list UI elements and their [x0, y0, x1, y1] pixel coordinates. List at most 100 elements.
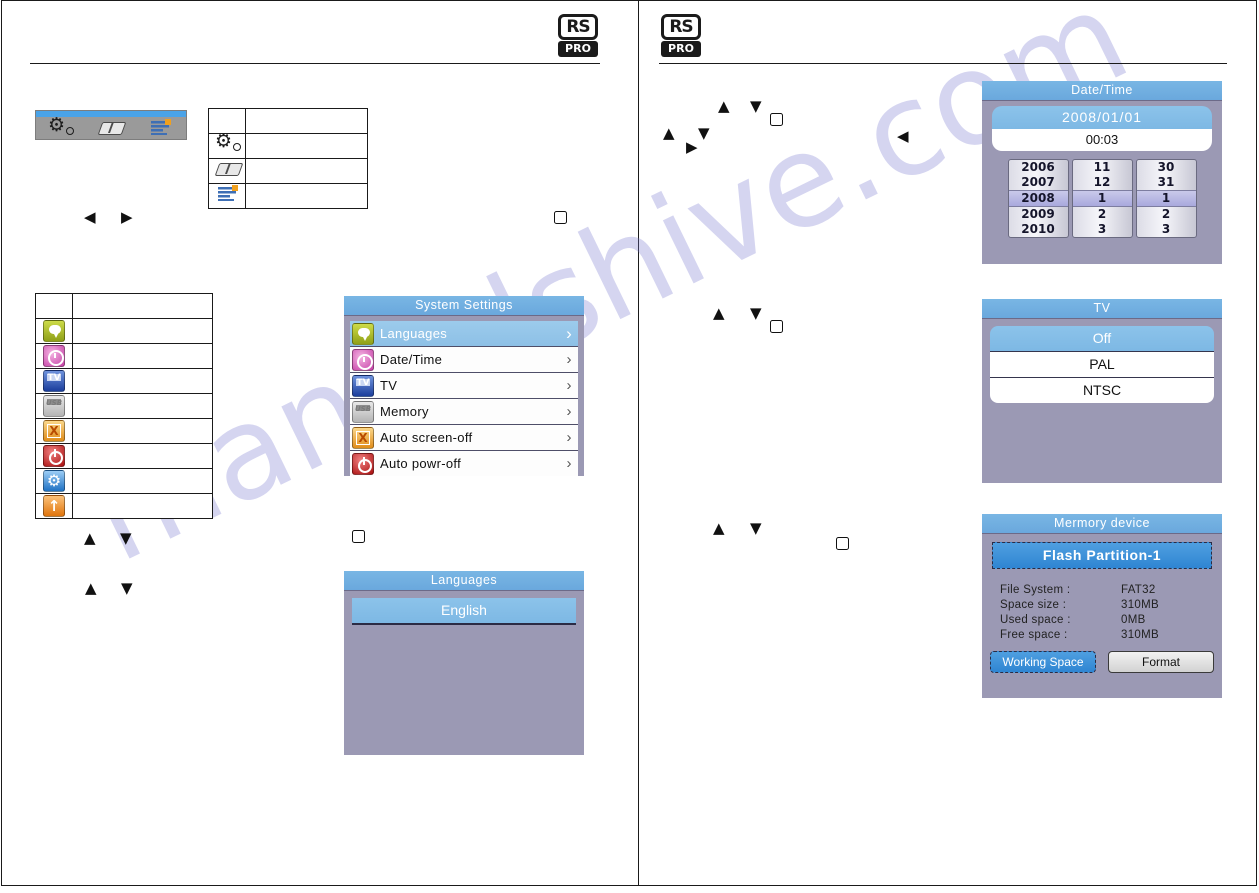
list-document-icon[interactable]: [148, 119, 174, 137]
menu-item-auto-power-off[interactable]: Auto powr-off ›: [350, 451, 578, 476]
rs-logo-rs-text: RS: [669, 17, 693, 37]
auto-screen-off-icon: [43, 420, 65, 442]
settings-gear-icon[interactable]: [48, 114, 74, 137]
day-below-2: 3: [1161, 222, 1171, 236]
down-arrow-glyph: ▼: [121, 579, 133, 597]
table-row: [208, 158, 368, 184]
chevron-right-icon: ›: [566, 403, 572, 420]
info-value: FAT32: [1121, 584, 1156, 596]
rs-logo-top: RS: [661, 14, 701, 40]
down-arrow-glyph: ▼: [120, 529, 132, 547]
ok-key-square[interactable]: [352, 530, 365, 543]
memory-usb-icon: [43, 395, 65, 417]
memory-device-panel: Mermory device Flash Partition-1 File Sy…: [982, 514, 1222, 698]
menu-item-memory[interactable]: Memory ›: [350, 399, 578, 425]
settings-gear-icon: [215, 130, 241, 153]
legend-row-label: [72, 393, 213, 419]
year-spinner[interactable]: 2006 2007 2008 2009 2010: [1007, 159, 1069, 238]
up-arrow-glyph: ▲: [663, 124, 675, 142]
system-settings-panel: System Settings Languages › Date/Time › …: [344, 296, 584, 476]
tv-option-label: PAL: [1089, 356, 1115, 372]
mode-navbar-widget[interactable]: [35, 110, 187, 140]
ok-key-square[interactable]: [770, 320, 783, 333]
table-row: [35, 493, 213, 519]
auto-power-off-icon: [350, 452, 376, 475]
legend-row-label: [72, 468, 213, 494]
mode-row-label: [245, 133, 368, 159]
table-row: [35, 468, 213, 494]
format-button[interactable]: Format: [1108, 651, 1214, 673]
year-current: 2008: [1008, 190, 1068, 207]
down-arrow-glyph: ▼: [750, 97, 762, 115]
ok-key-square[interactable]: [554, 211, 567, 224]
month-current: 1: [1072, 190, 1132, 207]
tv-option-pal[interactable]: PAL: [990, 352, 1214, 378]
date-time-panel-title: Date/Time: [982, 81, 1222, 101]
legend-row-label: [72, 343, 213, 369]
memory-panel-body: Flash Partition-1 File System : FAT32 Sp…: [982, 542, 1222, 673]
month-spinner[interactable]: 11 12 1 2 3: [1071, 159, 1133, 238]
legend-row-label: [72, 318, 213, 344]
rs-logo-pro-text: PRO: [565, 42, 591, 55]
tv-icon: [43, 370, 65, 392]
legend-row-label: [72, 418, 213, 444]
languages-icon: [43, 320, 65, 342]
upload-icon: [43, 495, 65, 517]
memory-usb-icon: [350, 400, 376, 423]
rs-pro-logo-left-page: RS PRO: [558, 14, 598, 58]
info-value: 310MB: [1121, 629, 1159, 641]
tv-option-ntsc[interactable]: NTSC: [990, 378, 1214, 403]
day-current: 1: [1136, 190, 1196, 207]
menu-item-date-time[interactable]: Date/Time ›: [350, 347, 578, 373]
date-time-body: 2008/01/01 00:03 2006 2007 2008 2009 201…: [982, 106, 1222, 238]
book-icon-cell: [208, 158, 246, 184]
info-value: 0MB: [1121, 614, 1146, 626]
working-space-button[interactable]: Working Space: [990, 651, 1096, 673]
chevron-right-icon: ›: [566, 377, 572, 394]
ok-key-square[interactable]: [770, 113, 783, 126]
day-spinner[interactable]: 30 31 1 2 3: [1135, 159, 1197, 238]
list-document-icon: [215, 184, 239, 203]
left-arrow-glyph: ◀: [897, 127, 909, 145]
table-row: [208, 183, 368, 209]
book-icon[interactable]: [98, 119, 124, 137]
menu-item-auto-screen-off[interactable]: Auto screen-off ›: [350, 425, 578, 451]
upload-icon-cell: [35, 493, 73, 519]
info-row-file-system: File System : FAT32: [1000, 583, 1204, 598]
menu-item-label: Memory: [380, 404, 429, 419]
header-rule-right-page: [659, 63, 1227, 64]
table-header-text-cell: [72, 293, 213, 319]
year-above-2: 2007: [1021, 175, 1055, 189]
time-value-field[interactable]: 00:03: [992, 129, 1212, 151]
languages-option-list: English: [344, 591, 584, 625]
up-arrow-glyph: ▲: [84, 529, 96, 547]
legend-row-label: [72, 368, 213, 394]
icon-legend-table: [35, 293, 213, 519]
year-above-1: 2006: [1021, 160, 1055, 174]
year-below-1: 2009: [1021, 207, 1055, 221]
menu-item-languages[interactable]: Languages ›: [350, 321, 578, 347]
languages-panel-title: Languages: [344, 571, 584, 591]
tv-panel-title: TV: [982, 299, 1222, 319]
language-option-english[interactable]: English: [352, 598, 576, 625]
ok-key-square[interactable]: [836, 537, 849, 550]
table-row: [35, 418, 213, 444]
up-arrow-glyph: ▲: [718, 97, 730, 115]
info-key: Free space :: [1000, 629, 1068, 641]
rs-logo-pro-text: PRO: [668, 42, 694, 55]
chevron-right-icon: ›: [566, 429, 572, 446]
flash-partition-button[interactable]: Flash Partition-1: [992, 542, 1212, 569]
system-gear-icon-cell: [35, 468, 73, 494]
menu-item-tv[interactable]: TV ›: [350, 373, 578, 399]
navbar-icon-row: [36, 114, 186, 139]
date-time-icon-cell: [35, 343, 73, 369]
system-settings-list: Languages › Date/Time › TV › Memory › Au…: [344, 316, 584, 476]
info-key: File System :: [1000, 584, 1071, 596]
legend-row-label: [72, 443, 213, 469]
menu-item-label: Date/Time: [380, 352, 443, 367]
date-value-field[interactable]: 2008/01/01: [992, 106, 1212, 129]
tv-option-off[interactable]: Off: [990, 326, 1214, 352]
languages-icon: [350, 322, 376, 345]
language-option-label: English: [441, 602, 487, 618]
tv-panel: TV Off PAL NTSC: [982, 299, 1222, 483]
